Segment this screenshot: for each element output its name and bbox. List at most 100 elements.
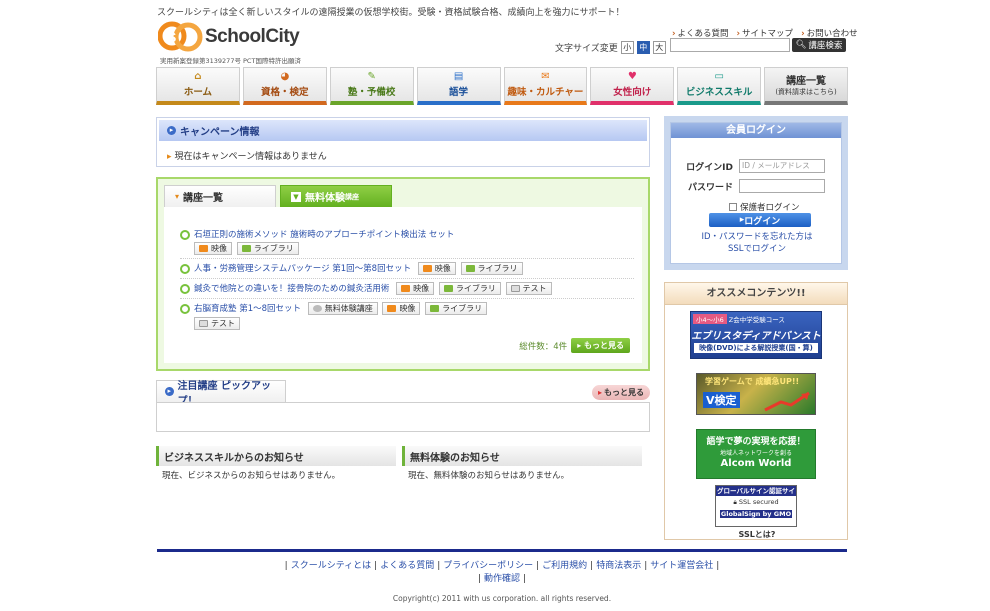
- lock-icon: 🔒︎: [733, 498, 737, 506]
- login-button[interactable]: ▸ ログイン: [709, 213, 811, 227]
- library-badge[interactable]: ライブラリ: [460, 262, 523, 275]
- video-badge[interactable]: 映像: [194, 242, 232, 255]
- pickup-section: ▸ 注目講座 ピックアップ！ もっと見る: [156, 380, 650, 432]
- footer-link-privacy[interactable]: プライバシーポリシー: [443, 561, 533, 571]
- ssl-login-link[interactable]: SSLでログイン: [671, 243, 843, 255]
- ssl-info-link[interactable]: SSLとは?: [665, 529, 849, 540]
- nav-home[interactable]: ⌂ ホーム: [156, 67, 240, 105]
- alcom-world-banner[interactable]: 語学で夢の実現を応援！ 地域人ネットワークを創る Alcom World: [696, 429, 816, 479]
- logo-mark-icon: S: [158, 21, 203, 52]
- course-search-button[interactable]: 🔍︎ 講座検索: [792, 38, 846, 52]
- course-title-link[interactable]: 鍼灸で他院との違いを！接骨院のための鍼灸活用術: [194, 284, 389, 294]
- clock-icon: ◕: [280, 71, 290, 82]
- recommended-contents: オススメコンテンツ!! 小4〜小6 Z会中学受験コース エブリスタディアドバンスト…: [664, 282, 848, 540]
- pc-icon: ▭: [714, 71, 724, 82]
- course-search-input[interactable]: [670, 38, 790, 52]
- list-item: 人事・労務管理システムパッケージ 第1回〜第8回セット 映像 ライブラリ: [180, 259, 634, 279]
- v-kentei-banner[interactable]: 学習ゲームで 成績急UP!! V検定: [696, 373, 816, 415]
- password-input[interactable]: [739, 179, 825, 193]
- font-size-large-button[interactable]: 大: [652, 41, 666, 54]
- nav-for-women[interactable]: ♥ 女性向け: [590, 67, 675, 105]
- forgot-password-link[interactable]: ID・パスワードを忘れた方は: [671, 231, 843, 243]
- business-news-body: 現在、ビジネスからのお知らせはありません。: [162, 471, 341, 481]
- library-icon: [430, 305, 440, 312]
- library-icon: [241, 245, 251, 252]
- list-item: 鍼灸で他院との違いを！接骨院のための鍼灸活用術 映像 ライブラリ テスト: [180, 279, 634, 299]
- campaign-section: ▸ キャンペーン情報 現在はキャンペーン情報はありません: [156, 117, 650, 167]
- nav-cram-school[interactable]: ✎ 塾・予備校: [329, 67, 414, 105]
- search-icon: 🔍︎: [795, 40, 807, 50]
- course-title-link[interactable]: 石垣正則の施術メソッド 施術時のアプローチポイント検出法 セット: [194, 230, 454, 240]
- trial-news: 無料体験のお知らせ 現在、無料体験のお知らせはありません。: [402, 446, 642, 484]
- footer-link-faq[interactable]: よくある質問: [380, 561, 434, 571]
- test-badge[interactable]: テスト: [194, 317, 240, 330]
- more-courses-button[interactable]: ▸ もっと見る: [571, 338, 630, 353]
- member-login-box: 会員ログイン ログインID ID / メールアドレス パスワード 保護者ログイン…: [664, 116, 848, 270]
- video-icon: [401, 285, 411, 292]
- copyright: Copyright(c) 2011 with us corporation. a…: [392, 594, 612, 603]
- site-tagline: スクールシティは全く新しいスタイルの遠隔授業の仮想学校街。受験・資格試験合格、成…: [157, 8, 625, 18]
- logo-patent-note: 実用新案登録第3139277号 PCT国際特許出願済: [160, 57, 301, 65]
- free-trial-badge[interactable]: 無料体験講座: [307, 302, 378, 315]
- font-size-medium-button[interactable]: 中: [636, 41, 650, 54]
- footer-link-about[interactable]: スクールシティとは: [291, 561, 371, 571]
- font-size-small-button[interactable]: 小: [620, 41, 634, 54]
- logo-text: SchoolCity: [205, 26, 300, 47]
- tab-free-trial[interactable]: ▼ 無料体験 講座: [280, 185, 392, 207]
- video-icon: [199, 245, 208, 252]
- video-icon: [387, 305, 397, 312]
- nav-language[interactable]: ▤ 語学: [416, 67, 501, 105]
- library-icon: [465, 265, 475, 272]
- course-count: 総件数：4件: [519, 341, 568, 352]
- footer-link-compatibility[interactable]: 動作確認: [484, 574, 520, 584]
- footer-divider: [157, 549, 847, 552]
- more-pickup-button[interactable]: もっと見る: [591, 385, 650, 400]
- password-label: パスワード: [687, 182, 733, 193]
- globalsign-seal[interactable]: グローバルサイン認証サイト 🔒︎ SSL secured GlobalSign …: [715, 485, 797, 527]
- book-icon: ▤: [453, 71, 464, 82]
- library-badge[interactable]: ライブラリ: [438, 282, 501, 295]
- test-icon: [510, 285, 520, 292]
- arrow-circle-icon: ▸: [167, 126, 176, 135]
- library-badge[interactable]: ライブラリ: [425, 302, 488, 315]
- svg-text:S: S: [167, 29, 176, 45]
- business-news-title: ビジネススキルからのお知らせ: [156, 446, 396, 466]
- z-kai-banner[interactable]: 小4〜小6 Z会中学受験コース エブリスタディアドバンスト 映像(DVD)による解…: [690, 311, 822, 359]
- footer-link-commerce-law[interactable]: 特商法表示: [596, 561, 641, 571]
- nav-qualification[interactable]: ◕ 資格・検定: [242, 67, 327, 105]
- heart-icon: ♥: [627, 71, 637, 82]
- trial-news-title: 無料体験のお知らせ: [402, 446, 642, 466]
- course-total: 総件数：4件 ▸ もっと見る: [519, 338, 630, 353]
- library-badge[interactable]: ライブラリ: [236, 242, 299, 255]
- font-size-switcher: 文字サイズ変更 小 中 大: [555, 41, 666, 54]
- campaign-message: 現在はキャンペーン情報はありません: [157, 143, 649, 168]
- video-icon: [422, 265, 432, 272]
- site-logo[interactable]: S SchoolCity 実用新案登録第3139277号 PCT国際特許出願済: [158, 21, 308, 65]
- guardian-login-checkbox[interactable]: [729, 203, 737, 211]
- library-icon: [443, 285, 453, 292]
- nav-hobby-culture[interactable]: ✉ 趣味・カルチャー: [503, 67, 588, 105]
- test-badge[interactable]: テスト: [505, 282, 552, 295]
- campaign-title: キャンペーン情報: [180, 127, 260, 138]
- trial-news-body: 現在、無料体験のお知らせはありません。: [408, 471, 570, 481]
- login-id-input[interactable]: ID / メールアドレス: [739, 159, 825, 173]
- tab-course-list[interactable]: ▾ 講座一覧: [164, 185, 276, 207]
- recommend-title: オススメコンテンツ!!: [665, 283, 847, 305]
- guardian-login-label: 保護者ログイン: [740, 203, 800, 213]
- triangle-icon: ▾: [175, 192, 180, 201]
- nav-course-list[interactable]: 講座一覧 (資料請求はこちら): [764, 67, 848, 105]
- footer-link-company[interactable]: サイト運営会社: [650, 561, 713, 571]
- footer-link-terms[interactable]: ご利用規約: [542, 561, 587, 571]
- courses-section: ▾ 講座一覧 ▼ 無料体験 講座 石垣正則の施術メソッド 施術時のアプローチポイン…: [156, 177, 650, 371]
- course-title-link[interactable]: 人事・労務管理システムパッケージ 第1回〜第8回セット: [194, 264, 411, 274]
- course-title-link[interactable]: 右脳育成塾 第1〜8回セット: [194, 304, 301, 314]
- font-size-label: 文字サイズ変更: [555, 44, 618, 54]
- global-nav: ⌂ ホーム ◕ 資格・検定 ✎ 塾・予備校 ▤ 語学 ✉ 趣味・カルチャー ♥ …: [156, 67, 848, 105]
- footer-links: | スクールシティとは | よくある質問 | プライバシーポリシー | ご利用規約 | 特商法表示…: [284, 561, 720, 584]
- list-item: 石垣正則の施術メソッド 施術時のアプローチポイント検出法 セット 映像 ライブラ…: [180, 225, 634, 259]
- video-badge[interactable]: 映像: [382, 302, 421, 315]
- video-badge[interactable]: 映像: [396, 282, 435, 295]
- video-badge[interactable]: 映像: [417, 262, 456, 275]
- login-title: 会員ログイン: [671, 123, 841, 138]
- nav-business-skill[interactable]: ▭ ビジネススキル: [677, 67, 762, 105]
